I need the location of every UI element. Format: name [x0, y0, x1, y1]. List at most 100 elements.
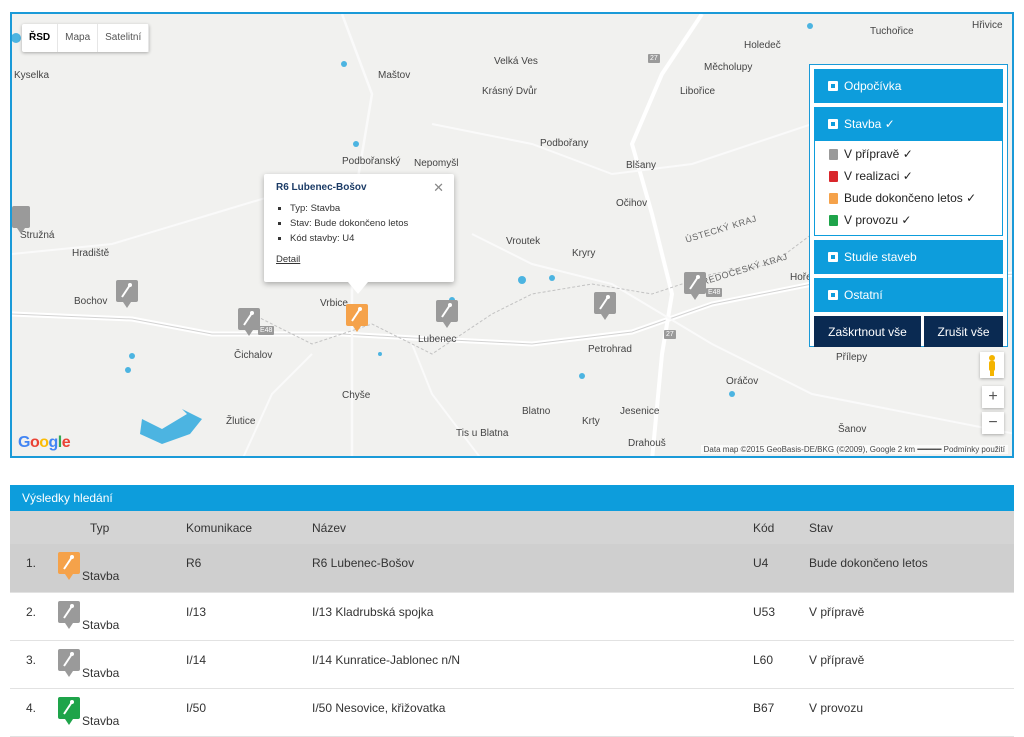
marker-gray-petrohrad[interactable] — [594, 292, 616, 320]
row-typ: Stavba — [82, 665, 120, 680]
place-label: Kyselka — [14, 70, 50, 81]
row-nazev[interactable]: I/50 Nesovice, křižovatka — [312, 689, 753, 715]
row-typ: Stavba — [82, 617, 120, 632]
map-type-satelitni[interactable]: Satelitní — [98, 24, 150, 52]
sub-bude-dokonceno[interactable]: Bude dokončeno letos ✓ — [829, 187, 1002, 209]
place-label: Velká Ves — [494, 56, 538, 67]
row-number: 1. — [26, 556, 37, 570]
row-number: 2. — [26, 604, 37, 619]
row-nazev[interactable]: I/14 Kunratice-Jablonec n/N — [312, 641, 753, 667]
place-label: Měcholupy — [704, 62, 753, 73]
place-label: Petrohrad — [588, 344, 632, 355]
info-window: R6 Lubenec-Bošov ✕ Typ: Stavba Stav: Bud… — [264, 174, 454, 294]
close-icon[interactable]: ✕ — [433, 180, 444, 196]
row-komunikace: I/13 — [186, 604, 207, 619]
results-table: Typ Komunikace Název Kód Stav 1. Stavba R6… — [10, 511, 1014, 737]
road-shield: 27 — [648, 54, 660, 63]
row-kod: U53 — [753, 604, 776, 619]
layer-stavba-label: Stavba ✓ — [844, 117, 895, 131]
place-label: Hřivice — [972, 20, 1003, 31]
place-label: Hradiště — [72, 248, 110, 259]
row-komunikace: I/14 — [186, 652, 207, 667]
place-label: Blatno — [522, 406, 551, 417]
construction-marker-icon — [58, 696, 80, 725]
zoom-out-button[interactable]: − — [982, 412, 1004, 434]
place-label: Vroutek — [506, 236, 541, 247]
zoom-in-button[interactable]: + — [982, 386, 1004, 408]
place-label: Blšany — [626, 160, 657, 171]
construction-icon — [828, 119, 838, 129]
place-label: Očihov — [616, 198, 648, 209]
sub-label: V přípravě ✓ — [844, 147, 913, 161]
place-label: Tis u Blatna — [456, 428, 509, 439]
info-window-tip — [348, 282, 368, 294]
sub-v-realizaci[interactable]: V realizaci ✓ — [829, 165, 1002, 187]
place-label: Podbořany — [540, 138, 589, 149]
google-logo: Google — [18, 434, 71, 451]
layer-ostatni-label: Ostatní — [844, 288, 883, 302]
table-row[interactable]: 2. Stavba I/13 I/13 Kladrubská spojka U53 V p… — [10, 592, 1014, 641]
map-type-rsd[interactable]: ŘSD — [22, 24, 59, 52]
layer-studie[interactable]: Studie staveb — [814, 240, 1003, 274]
other-icon — [828, 290, 838, 300]
red-marker-icon — [829, 170, 838, 182]
place-label: Lubenec — [418, 334, 457, 345]
place-label: Jesenice — [620, 406, 660, 417]
sub-v-provozu[interactable]: V provozu ✓ — [829, 209, 1002, 231]
sub-label: V provozu ✓ — [844, 213, 912, 227]
marker-gray-cichalov[interactable] — [238, 308, 260, 336]
street-view-pegman-icon[interactable] — [980, 352, 1004, 378]
row-nazev[interactable]: I/13 Kladrubská spojka — [312, 593, 753, 619]
clear-all-button[interactable]: Zrušit vše — [924, 316, 1003, 347]
row-kod: B67 — [753, 700, 775, 715]
place-label: Vrbice — [320, 298, 348, 309]
map-attribution[interactable]: Data map ©2015 GeoBasis-DE/BKG (©2009), … — [700, 445, 1008, 454]
map[interactable]: Hřivice Tuchořice Holedeč Kyselka Velká Ves M… — [10, 12, 1014, 458]
marker-gray-edge[interactable] — [12, 206, 34, 234]
row-stav: V přípravě — [809, 604, 865, 619]
layer-stavba[interactable]: Stavba ✓ — [814, 107, 1003, 141]
marker-gray-lubenec[interactable] — [436, 300, 458, 328]
layer-ostatni[interactable]: Ostatní — [814, 278, 1003, 312]
detail-link[interactable]: Detail — [276, 254, 442, 265]
layer-odpocivka[interactable]: Odpočívka — [814, 69, 1003, 103]
legend-actions: Zaškrtnout vše Zrušit vše — [814, 316, 1003, 347]
orange-marker-icon — [829, 192, 838, 204]
place-label: Drahouš — [628, 438, 666, 449]
marker-orange-vrbice[interactable] — [346, 304, 368, 332]
layer-studie-label: Studie staveb — [844, 250, 917, 264]
table-row[interactable]: 4. Stavba I/50 I/50 Nesovice, křižovatka B67… — [10, 688, 1014, 737]
place-label: Šanov — [838, 424, 867, 435]
row-stav: V provozu — [809, 700, 864, 715]
place-label: Žlutice — [226, 416, 256, 427]
marker-gray-east[interactable] — [684, 272, 706, 300]
green-marker-icon — [829, 214, 838, 226]
row-nazev[interactable]: R6 Lubenec-Bošov — [312, 544, 753, 570]
row-stav: Bude dokončeno letos — [809, 556, 928, 570]
place-label: Krásný Dvůr — [482, 86, 538, 97]
col-typ: Typ — [58, 511, 186, 544]
table-row[interactable]: 3. Stavba I/14 I/14 Kunratice-Jablonec n/N L… — [10, 640, 1014, 689]
table-row[interactable]: 1. Stavba R6 R6 Lubenec-Bošov U4 Bude dokonče… — [10, 544, 1014, 593]
layer-odpocivka-label: Odpočívka — [844, 79, 902, 93]
map-type-mapa[interactable]: Mapa — [58, 24, 99, 52]
info-item-status: Stav: Bude dokončeno letos — [290, 216, 442, 231]
row-stav: V přípravě — [809, 652, 865, 667]
sub-label: Bude dokončeno letos ✓ — [844, 191, 977, 205]
col-stav: Stav — [809, 511, 1014, 544]
marker-gray-bochov[interactable] — [116, 280, 138, 308]
place-label: Bochov — [74, 296, 108, 307]
row-typ: Stavba — [82, 569, 120, 583]
sub-v-priprave[interactable]: V přípravě ✓ — [829, 143, 1002, 165]
layer-legend: Odpočívka Stavba ✓ V přípravě ✓ V realiz… — [809, 64, 1008, 347]
col-kod: Kód — [753, 511, 809, 544]
place-label: Podbořanský — [342, 156, 401, 167]
row-number: 3. — [26, 652, 37, 667]
gray-marker-icon — [829, 148, 838, 160]
sub-label: V realizaci ✓ — [844, 169, 913, 183]
road-shield: 27 — [664, 330, 676, 339]
map-type-control[interactable]: ŘSD Mapa Satelitní — [22, 24, 150, 52]
parking-icon — [828, 81, 838, 91]
check-all-button[interactable]: Zaškrtnout vše — [814, 316, 921, 347]
row-typ: Stavba — [82, 713, 120, 728]
